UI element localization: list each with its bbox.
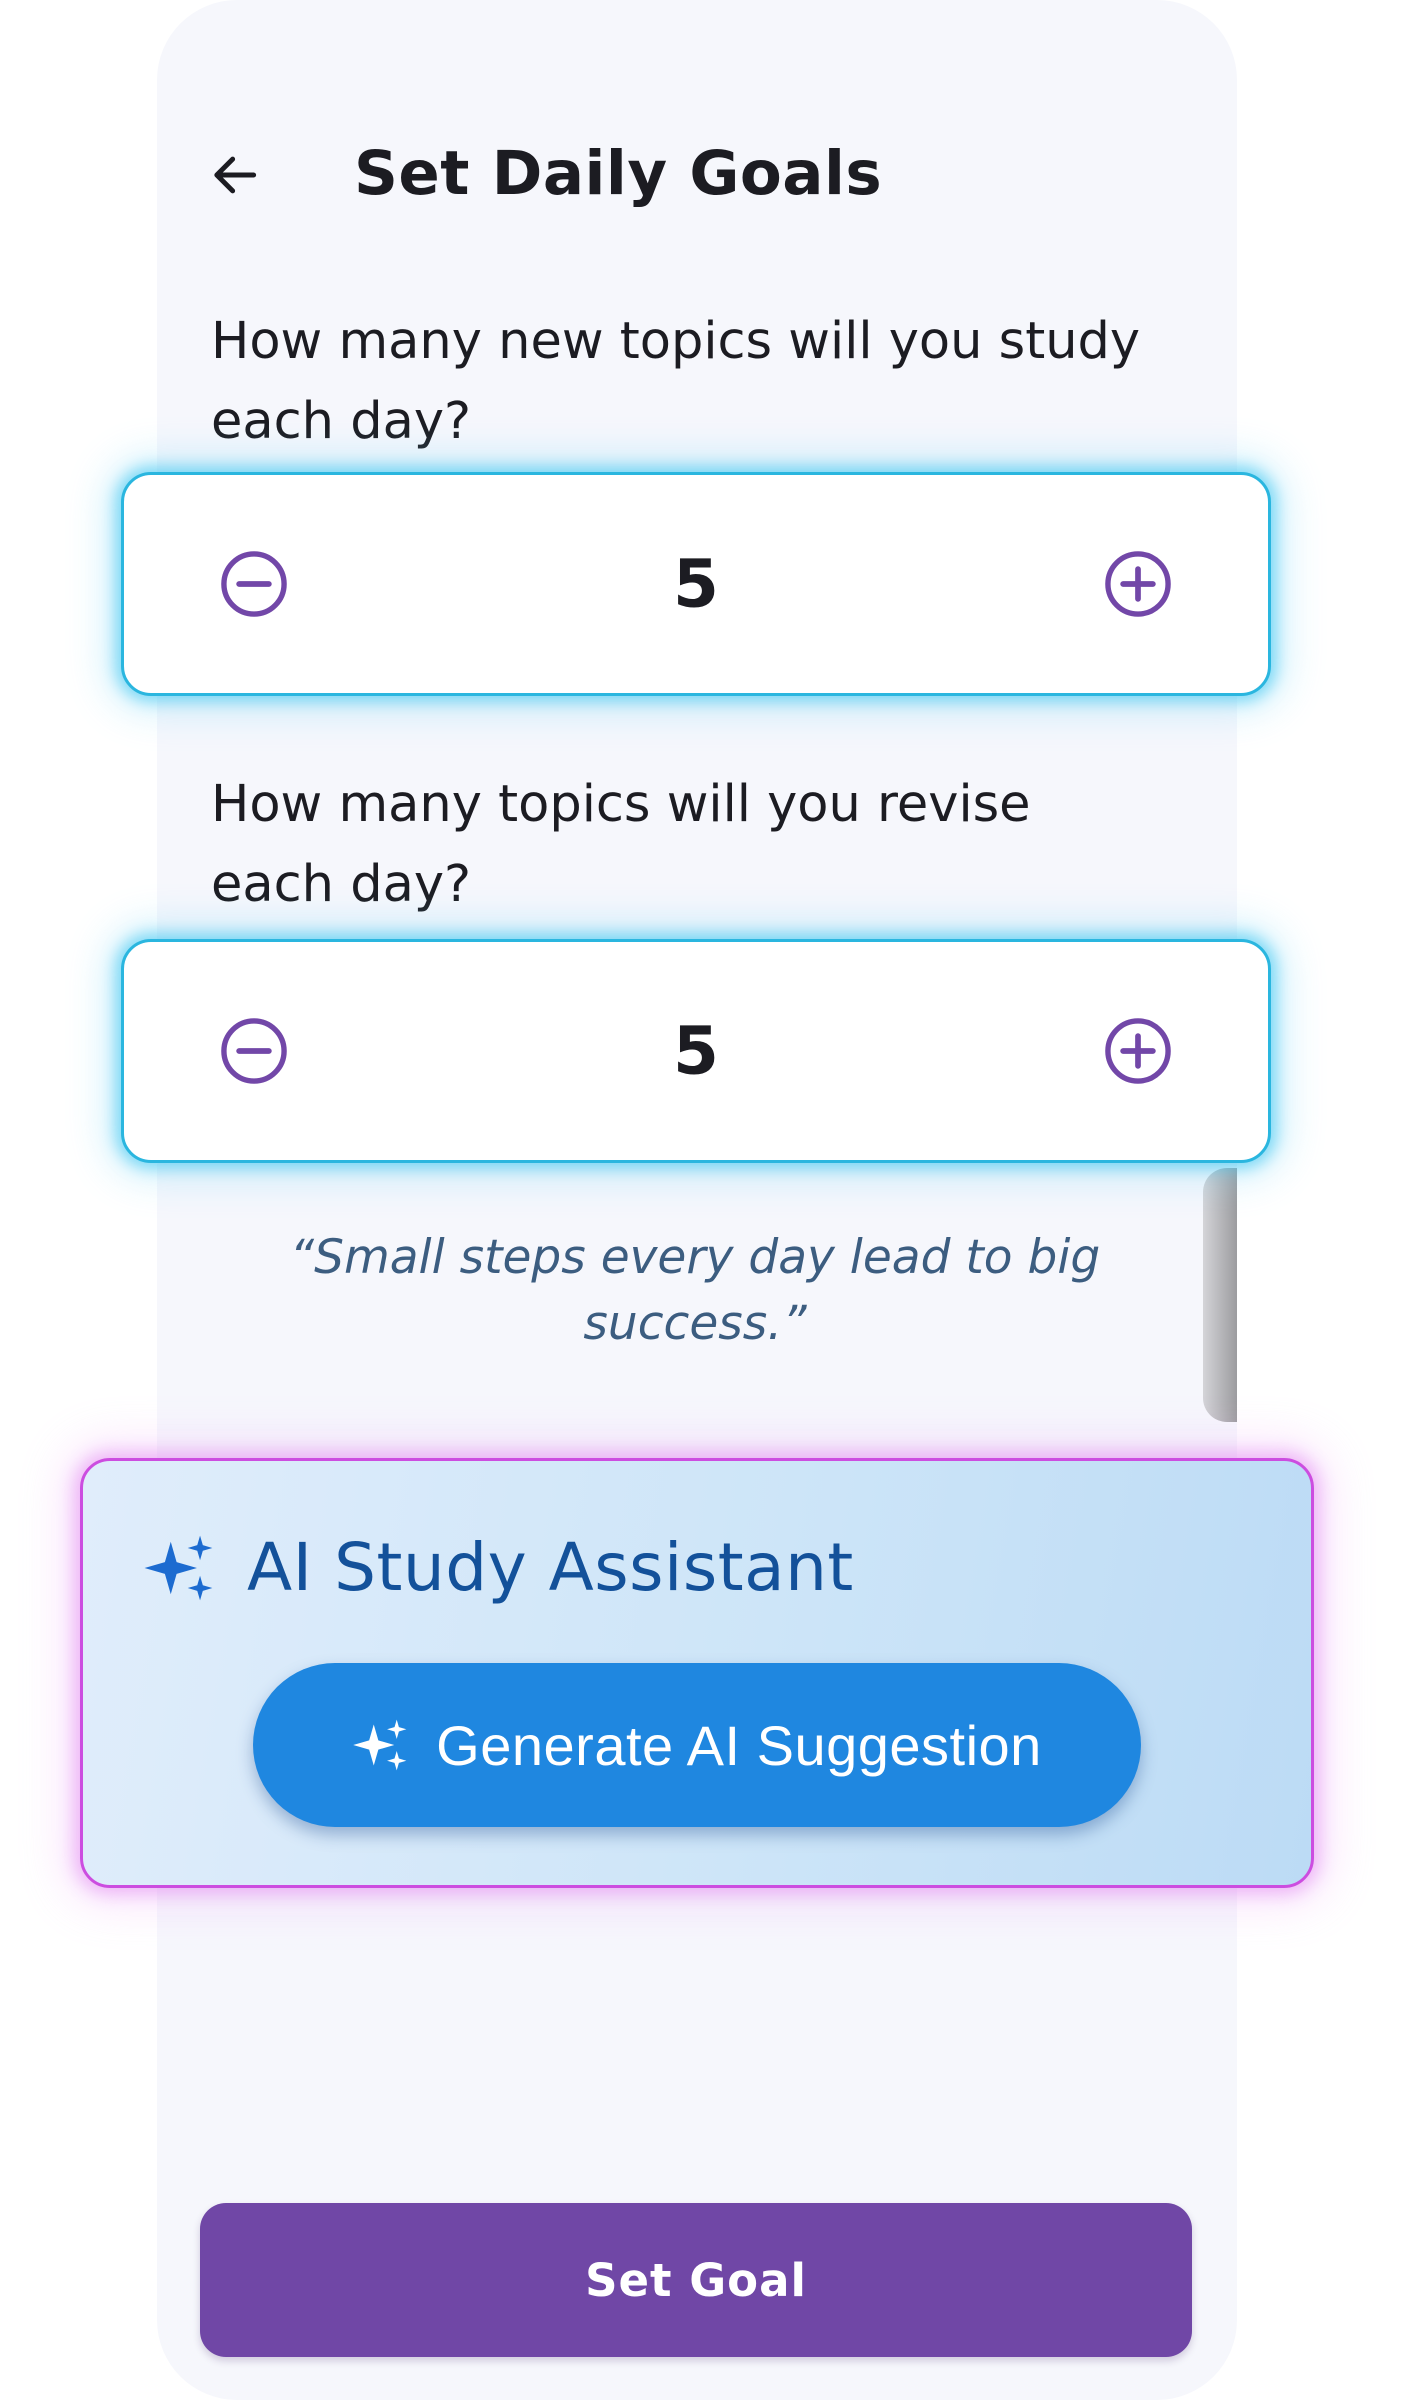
sparkle-icon	[353, 1719, 407, 1771]
ai-assistant-title: AI Study Assistant	[247, 1529, 854, 1606]
plus-circle-icon	[1105, 551, 1171, 617]
new-topics-increment-button[interactable]	[1093, 539, 1183, 629]
scrollbar-thumb[interactable]	[1203, 1168, 1237, 1422]
page-title: Set Daily Goals	[354, 138, 883, 209]
generate-ai-suggestion-button[interactable]: Generate AI Suggestion	[253, 1663, 1141, 1827]
plus-circle-icon	[1105, 1018, 1171, 1084]
revise-topics-question: How many topics will you revise each day…	[211, 775, 1031, 914]
motivational-quote: “Small steps every day lead to big succe…	[289, 1230, 1101, 1351]
revise-topics-stepper: 5	[121, 939, 1271, 1163]
set-goal-button[interactable]: Set Goal	[200, 2203, 1192, 2357]
new-topics-stepper: 5	[121, 472, 1271, 696]
arrow-left-icon	[214, 156, 257, 194]
back-button[interactable]	[190, 130, 280, 220]
set-goal-label: Set Goal	[585, 2253, 807, 2307]
ai-assistant-header: AI Study Assistant	[143, 1523, 854, 1613]
generate-ai-suggestion-label: Generate AI Suggestion	[436, 1713, 1042, 1777]
sparkle-icon	[144, 1535, 213, 1601]
new-topics-question: How many new topics will you study each …	[211, 312, 1141, 451]
ai-assistant-card: AI Study Assistant Generate AI Suggestio…	[80, 1458, 1314, 1888]
revise-topics-increment-button[interactable]	[1093, 1006, 1183, 1096]
